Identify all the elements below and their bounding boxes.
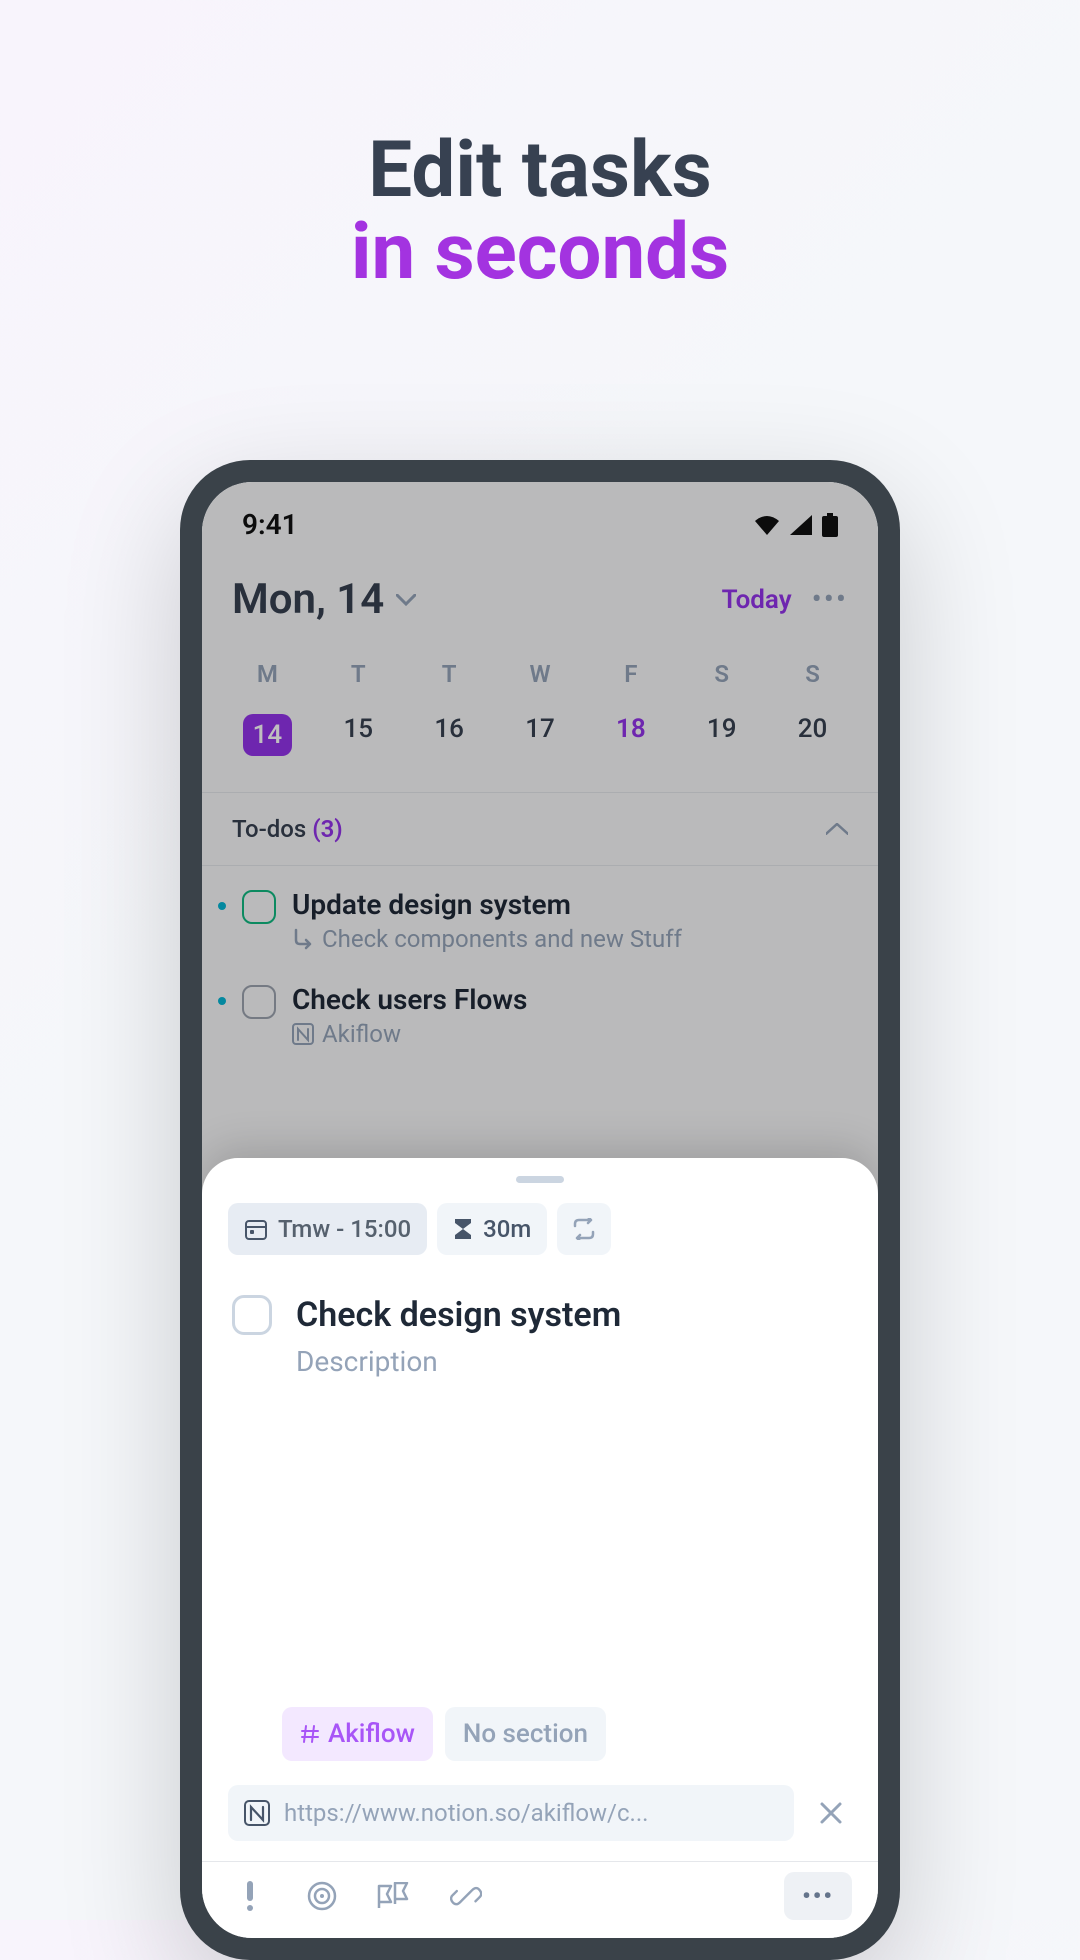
link-button[interactable] [444,1874,488,1918]
flag-button[interactable] [372,1874,416,1918]
duration-chip-label: 30m [483,1215,531,1243]
project-tag[interactable]: Akiflow [282,1707,433,1761]
phone-mockup: 9:41 Mon, 14 Today ••• [180,460,900,1960]
hash-icon [300,1724,320,1744]
link-icon [450,1880,482,1912]
attachment-url[interactable]: https://www.notion.so/akiflow/c... [228,1785,794,1841]
task-title-input[interactable]: Check design system [296,1295,848,1335]
editor-toolbar: ••• [202,1861,878,1938]
remove-attachment-button[interactable] [810,1792,852,1834]
headline-line1: Edit tasks [368,125,711,216]
section-tag-label: No section [463,1719,588,1749]
hourglass-icon [453,1217,473,1241]
edit-checkbox[interactable] [232,1295,272,1335]
notion-icon [244,1800,270,1826]
close-icon [818,1800,844,1826]
task-description-input[interactable]: Description [296,1345,848,1378]
repeat-icon [571,1218,597,1240]
headline-line2: in seconds [0,212,1080,294]
flags-icon [377,1882,411,1910]
sheet-handle[interactable] [516,1176,564,1183]
date-chip-label: Tmw - 15:00 [278,1215,411,1243]
marketing-headline: Edit tasks in seconds [0,0,1080,294]
priority-button[interactable] [228,1874,272,1918]
attachment-url-text: https://www.notion.so/akiflow/c... [284,1799,649,1827]
target-button[interactable] [300,1874,344,1918]
more-button[interactable]: ••• [784,1872,852,1920]
calendar-icon [244,1217,268,1241]
section-tag[interactable]: No section [445,1707,606,1761]
task-edit-sheet: Tmw - 15:00 30m Check design system Desc… [202,1158,878,1938]
target-icon [307,1881,337,1911]
duration-chip[interactable]: 30m [437,1203,547,1255]
project-tag-label: Akiflow [328,1719,415,1749]
priority-icon [247,1881,253,1911]
date-chip[interactable]: Tmw - 15:00 [228,1203,427,1255]
repeat-chip[interactable] [557,1203,611,1255]
